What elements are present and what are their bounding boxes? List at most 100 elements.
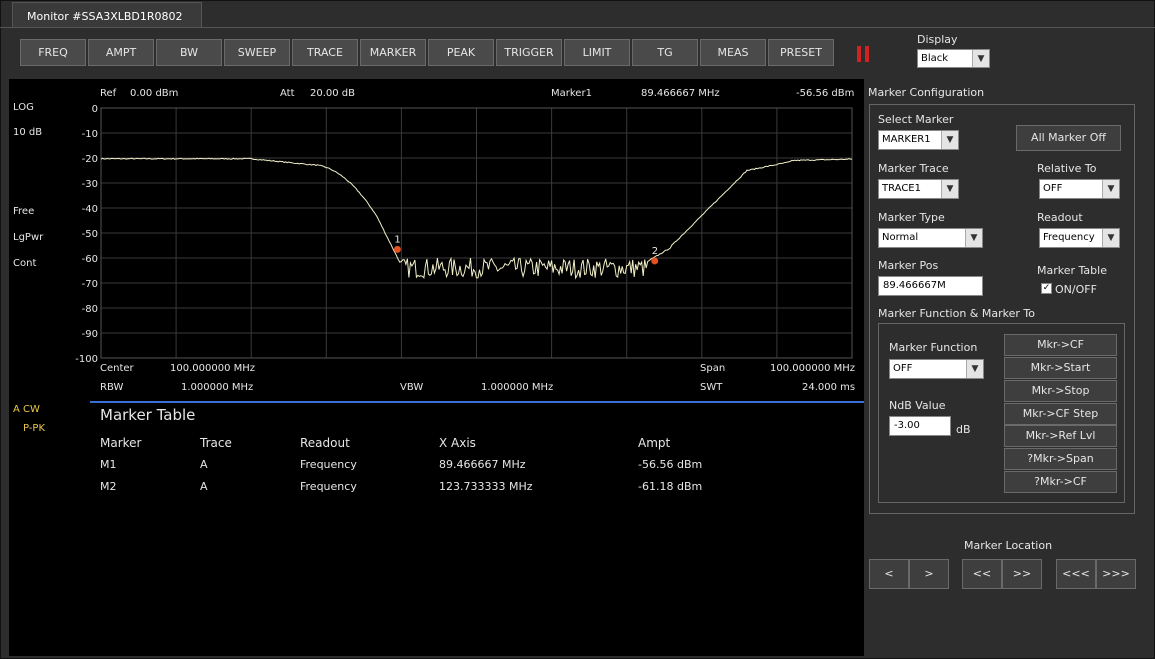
rbw-value: 1.000000 MHz [181,382,254,393]
plot-grid [100,107,853,359]
mkr-ref-lvl-button[interactable]: Mkr->Ref Lvl [1004,425,1117,447]
ndb-label: NdB Value [889,399,946,412]
trace-mode: A CW [13,404,40,415]
mkr-cf-button[interactable]: Mkr->CF [1004,334,1117,356]
col-header-xaxis: X Axis [439,436,476,450]
marker-trace-value: TRACE1 [882,183,921,194]
marker-table-checkbox[interactable]: ✓ [1041,283,1052,294]
marker-prev-button[interactable]: < [869,559,909,589]
marker-location-label: Marker Location [964,539,1053,552]
freq-button[interactable]: FREQ [20,39,86,66]
mkr-span-button[interactable]: ?Mkr->Span [1004,448,1117,470]
y-tick-label: -70 [82,279,98,290]
rbw-label: RBW [100,382,124,393]
meas-button[interactable]: MEAS [700,39,766,66]
center-value: 100.000000 MHz [170,363,256,374]
detector-mode: P-PK [23,423,46,434]
marker-prev-fastest-button[interactable]: <<< [1056,559,1096,589]
mkr-stop-button[interactable]: Mkr->Stop [1004,380,1117,402]
y-tick-label: -40 [82,204,98,215]
table-row-m2-ampt: -61.18 dBm [638,480,703,493]
trigger-button[interactable]: TRIGGER [496,39,562,66]
marker-function-dropdown[interactable]: OFF ▼ [889,359,984,379]
y-axis-labels: 0 -10 -20 -30 -40 -50 -60 -70 -80 -90 -100 [75,104,98,365]
tab-divider [0,27,1155,28]
display-select[interactable]: Black ▼ [917,49,990,68]
config-title: Marker Configuration [868,86,985,99]
span-value: 100.000000 MHz [770,363,856,374]
table-row-m1-ampt: -56.56 dBm [638,458,703,471]
chevron-down-icon: ▼ [972,50,989,67]
table-row-m1-xaxis: 89.466667 MHz [439,458,526,471]
marker-next-button[interactable]: > [909,559,949,589]
chevron-down-icon: ▼ [965,229,982,247]
spectrum-screen: Ref 0.00 dBm Att 20.00 dB Marker1 89.466… [9,79,864,656]
col-header-readout: Readout [300,436,350,450]
display-label: Display [917,33,958,46]
table-row-m2-xaxis: 123.733333 MHz [439,480,533,493]
mkr-cf-step-button[interactable]: Mkr->CF Step [1004,403,1117,425]
marker-table-title: Marker Table [100,406,196,424]
window-tab[interactable]: Monitor #SSA3XLBD1R0802 [12,2,202,28]
select-marker-value: MARKER1 [882,134,931,145]
marker-2-label: 2 [652,246,658,257]
ndb-input[interactable]: -3.00 [889,416,951,436]
marker-pos-input[interactable]: 89.466667M [878,276,983,296]
readout-dropdown[interactable]: Frequency ▼ [1039,228,1120,248]
span-label: Span [700,363,726,374]
marker-pos-label: Marker Pos [878,259,939,272]
marker-next-fast-button[interactable]: >> [1002,559,1042,589]
y-tick-label: -20 [82,154,98,165]
peak-button[interactable]: PEAK [428,39,494,66]
marker-type-value: Normal [882,232,919,243]
mkr-start-button[interactable]: Mkr->Start [1004,357,1117,379]
sweep-button[interactable]: SWEEP [224,39,290,66]
limit-button[interactable]: LIMIT [564,39,630,66]
ampt-button[interactable]: AMPT [88,39,154,66]
chevron-down-icon: ▼ [966,360,983,378]
spectrum-plot: 0 -10 -20 -30 -40 -50 -60 -70 -80 -90 -100 1 2 [75,104,853,365]
relative-to-value: OFF [1043,183,1063,194]
table-row-m1-marker: M1 [100,458,117,471]
y-tick-label: -80 [82,304,98,315]
preset-button[interactable]: PRESET [768,39,834,66]
col-header-marker: Marker [100,436,142,450]
all-marker-off-button[interactable]: All Marker Off [1016,125,1121,151]
marker-type-dropdown[interactable]: Normal ▼ [878,228,983,248]
display-select-value: Black [921,53,949,64]
y-tick-label: -50 [82,229,98,240]
y-tick-label: -30 [82,179,98,190]
relative-to-dropdown[interactable]: OFF ▼ [1039,179,1120,199]
marker-trace-label: Marker Trace [878,162,949,175]
marker-1-label: 1 [394,234,400,245]
mkr-cf-delta-button[interactable]: ?Mkr->CF [1004,471,1117,493]
vbw-label: VBW [400,382,424,393]
table-row-m2-readout: Frequency [300,480,357,493]
y-tick-label: -10 [82,129,98,140]
y-tick-label: -60 [82,254,98,265]
readout-label: Readout [1037,211,1083,224]
marker-prev-fast-button[interactable]: << [962,559,1002,589]
marker-trace-dropdown[interactable]: TRACE1 ▼ [878,179,959,199]
marker-next-fastest-button[interactable]: >>> [1096,559,1136,589]
tg-button[interactable]: TG [632,39,698,66]
marker-table-check-label: ON/OFF [1055,283,1097,296]
bw-button[interactable]: BW [156,39,222,66]
trace-button[interactable]: TRACE [292,39,358,66]
pause-icon[interactable] [857,46,871,62]
relative-to-label: Relative To [1037,162,1097,175]
y-tick-label: -90 [82,329,98,340]
chevron-down-icon: ▼ [941,180,958,198]
y-tick-label: 0 [92,104,98,115]
select-marker-dropdown[interactable]: MARKER1 ▼ [878,130,959,150]
chevron-down-icon: ▼ [1102,229,1119,247]
marker-2-point [651,257,659,265]
readout-value: Frequency [1043,232,1095,243]
ndb-unit: dB [956,423,971,436]
table-row-m1-readout: Frequency [300,458,357,471]
marker-button[interactable]: MARKER [360,39,426,66]
marker-function-label: Marker Function [889,341,978,354]
marker-type-label: Marker Type [878,211,945,224]
table-row-m2-trace: A [200,480,208,493]
select-marker-label: Select Marker [878,113,954,126]
